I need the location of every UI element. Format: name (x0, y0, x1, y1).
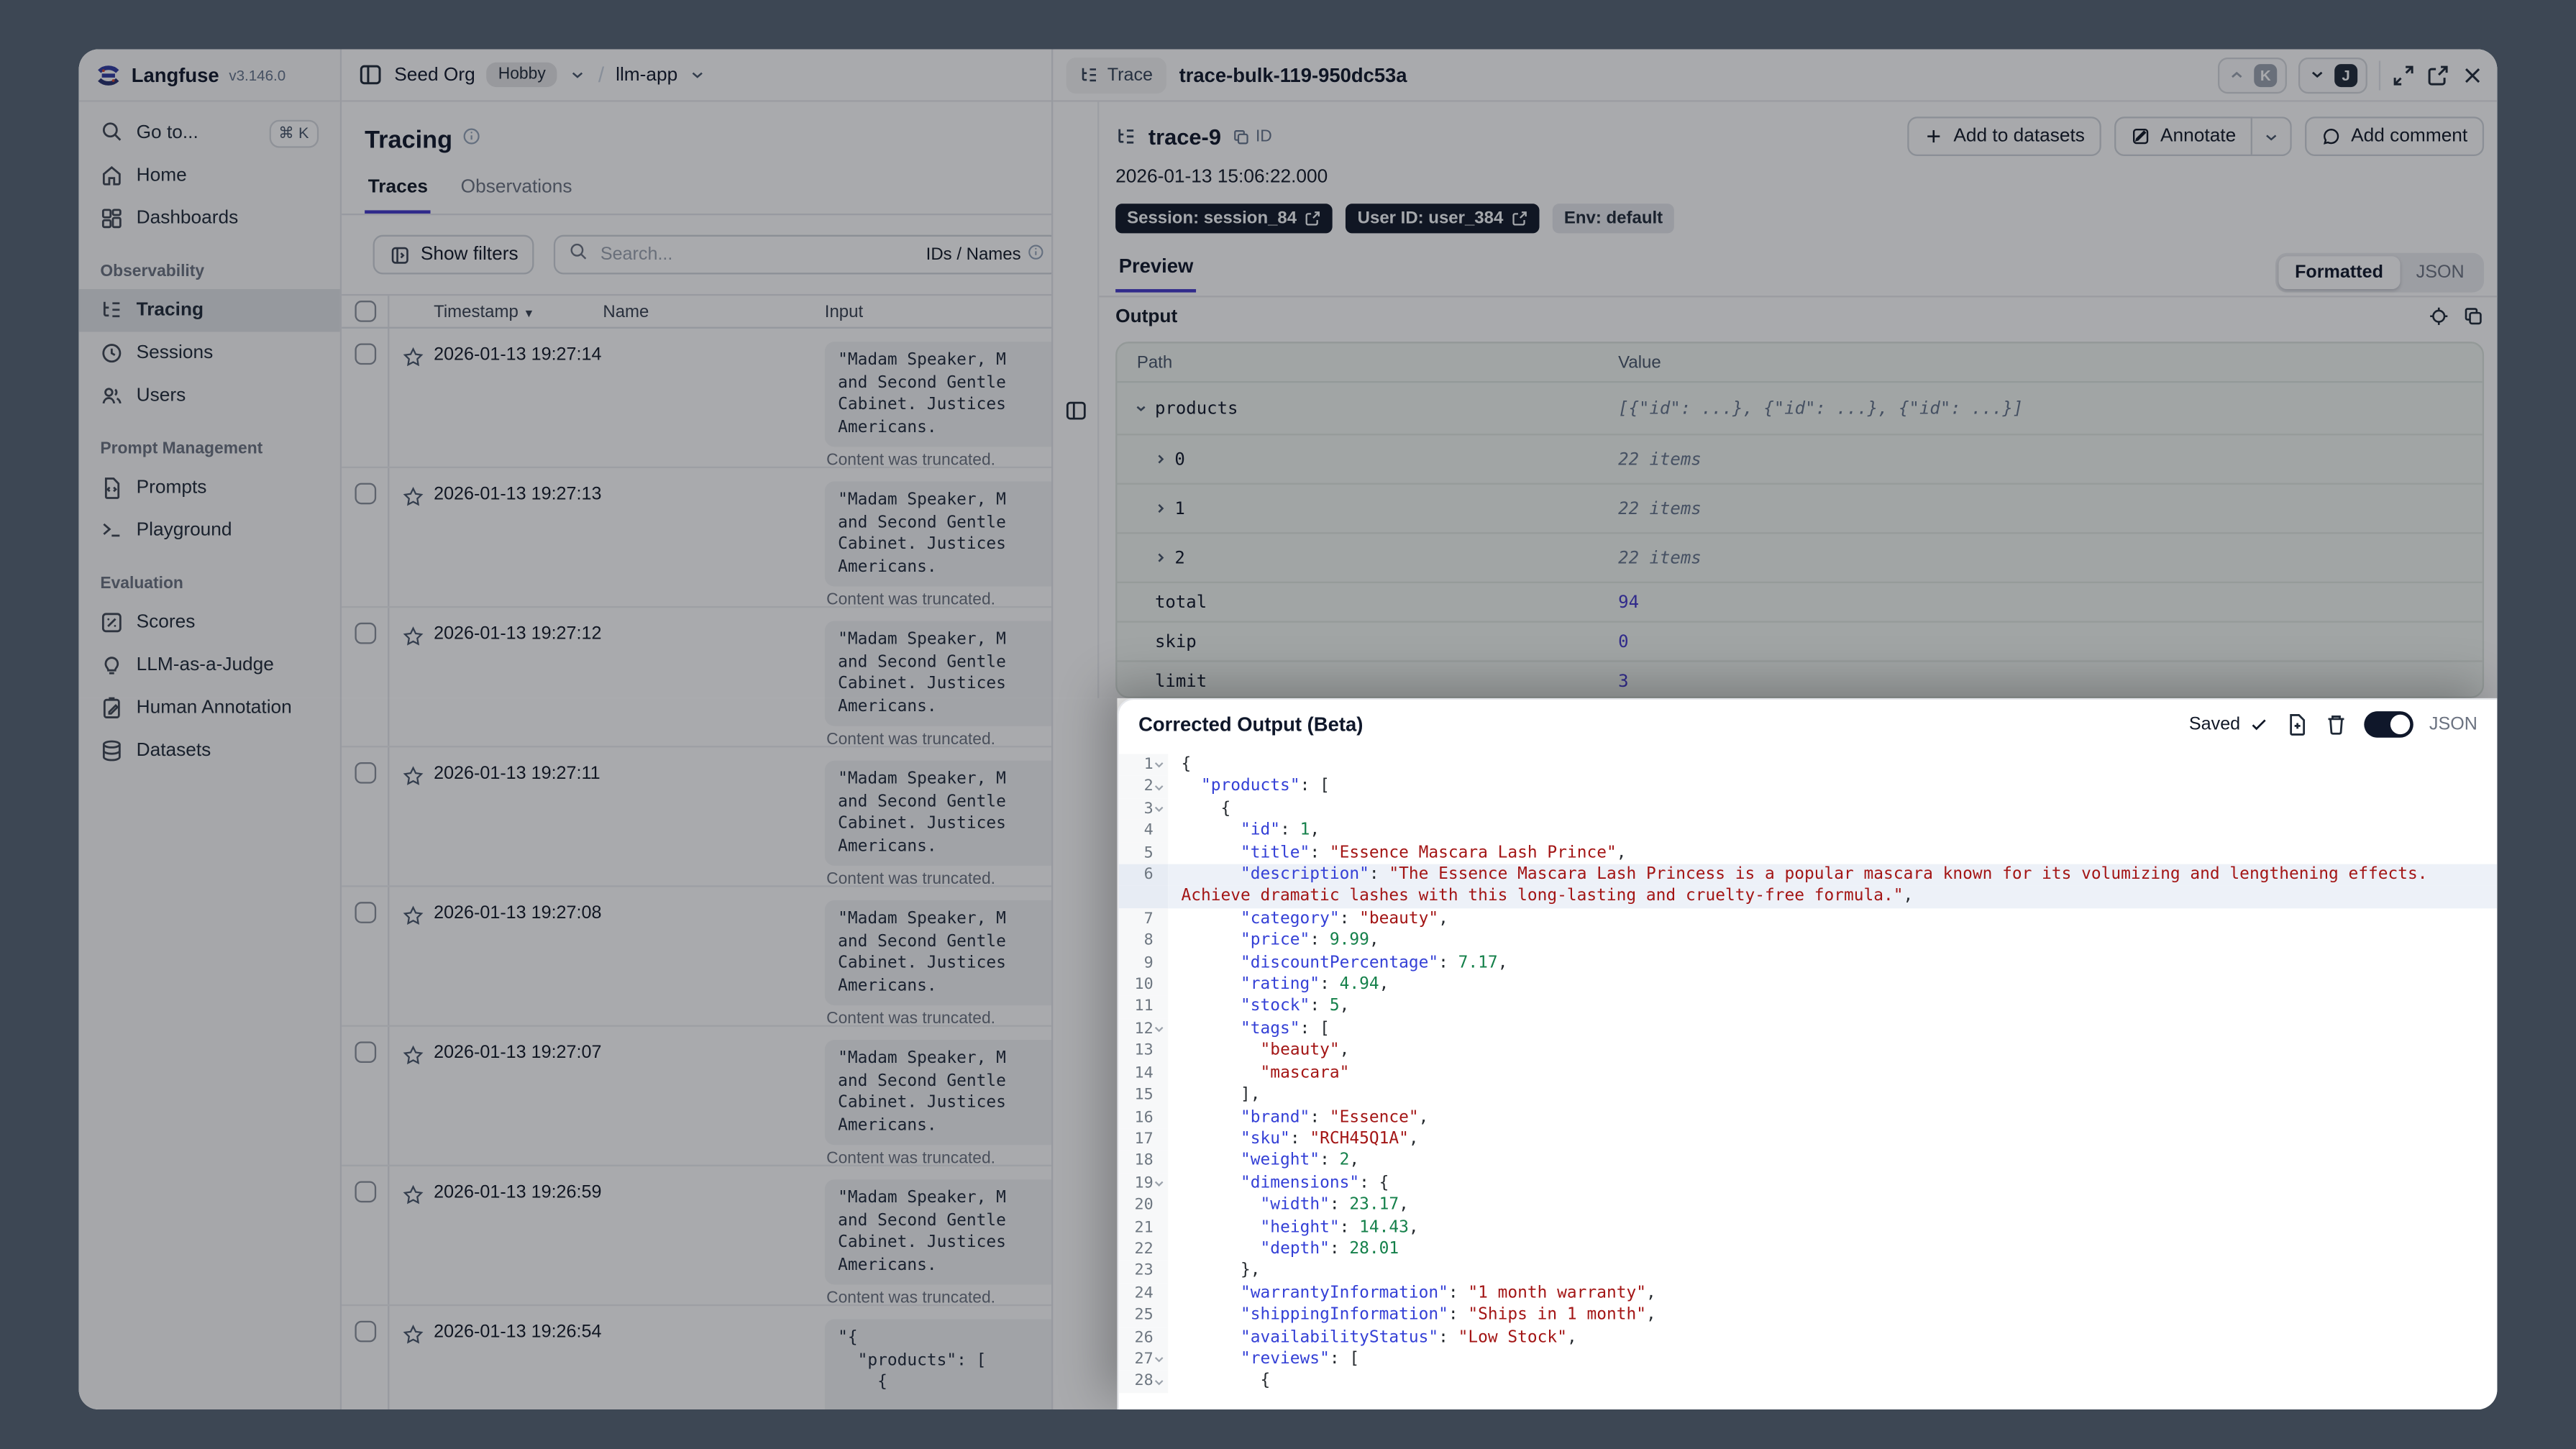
app-window: Langfuse v3.146.0 Go to... ⌘ K Home Dashb… (78, 49, 2498, 1410)
editor-line: 13 "beauty", (1118, 1040, 2498, 1063)
editor-line: 14 "mascara" (1118, 1062, 2498, 1084)
fold-chevron-icon[interactable] (1154, 803, 1165, 815)
editor-line: 8 "price": 9.99, (1118, 930, 2498, 953)
editor-line: 10 "rating": 4.94, (1118, 974, 2498, 997)
editor-line: 17 "sku": "RCH45Q1A", (1118, 1128, 2498, 1151)
trash-icon[interactable] (2324, 713, 2347, 736)
modal-title: Corrected Output (Beta) (1138, 713, 1364, 736)
editor-line: 26 "availabilityStatus": "Low Stock", (1118, 1326, 2498, 1349)
modal-scrim (78, 698, 1118, 1410)
stage: Langfuse v3.146.0 Go to... ⌘ K Home Dashb… (0, 0, 2576, 1449)
modal-scrim (78, 49, 2498, 698)
editor-line: 25 "shippingInformation": "Ships in 1 mo… (1118, 1304, 2498, 1327)
editor-line: 4 "id": 1, (1118, 820, 2498, 843)
editor-line: 11 "stock": 5, (1118, 996, 2498, 1019)
editor-line: 24 "warrantyInformation": "1 month warra… (1118, 1282, 2498, 1305)
editor-line: 5 "title": "Essence Mascara Lash Prince"… (1118, 842, 2498, 864)
editor-line: 22 "depth": 28.01 (1118, 1238, 2498, 1261)
editor-line: 27 "reviews": [ (1118, 1348, 2498, 1371)
json-toggle-label: JSON (2429, 714, 2477, 735)
check-icon (2251, 719, 2265, 731)
editor-line: 15 ], (1118, 1084, 2498, 1107)
fold-chevron-icon[interactable] (1154, 1178, 1165, 1189)
editor-line: 9 "discountPercentage": 7.17, (1118, 952, 2498, 974)
fold-chevron-icon[interactable] (1154, 1023, 1165, 1035)
json-code-editor[interactable]: 1{2 "products": [3 {4 "id": 1, 5 "title":… (1118, 749, 2498, 1409)
file-plus-icon[interactable] (2285, 713, 2308, 736)
editor-line: 2 "products": [ (1118, 776, 2498, 798)
editor-line: 19 "dimensions": { (1118, 1172, 2498, 1195)
corrected-output-modal: Corrected Output (Beta) Saved JSON 1{2 "… (1117, 698, 2498, 1410)
editor-line: 28 { (1118, 1371, 2498, 1393)
editor-line: 20 "width": 23.17, (1118, 1194, 2498, 1217)
editor-line: 18 "weight": 2, (1118, 1150, 2498, 1173)
fold-chevron-icon[interactable] (1154, 1376, 1165, 1387)
json-toggle[interactable] (2363, 711, 2413, 738)
editor-line: 7 "category": "beauty", (1118, 908, 2498, 931)
editor-line: 3 { (1118, 797, 2498, 821)
saved-status: Saved (2189, 715, 2268, 734)
editor-line: 1{ (1118, 754, 2498, 777)
editor-line-wrap: Achieve dramatic lashes with this long-l… (1118, 886, 2498, 908)
fold-chevron-icon[interactable] (1154, 1354, 1165, 1366)
editor-line: 23 }, (1118, 1260, 2498, 1283)
fold-chevron-icon[interactable] (1154, 782, 1165, 793)
fold-chevron-icon[interactable] (1154, 759, 1165, 771)
editor-line: 6 "description": "The Essence Mascara La… (1118, 864, 2498, 887)
editor-line: 12 "tags": [ (1118, 1018, 2498, 1041)
editor-line: 21 "height": 14.43, (1118, 1216, 2498, 1239)
editor-line: 16 "brand": "Essence", (1118, 1106, 2498, 1129)
